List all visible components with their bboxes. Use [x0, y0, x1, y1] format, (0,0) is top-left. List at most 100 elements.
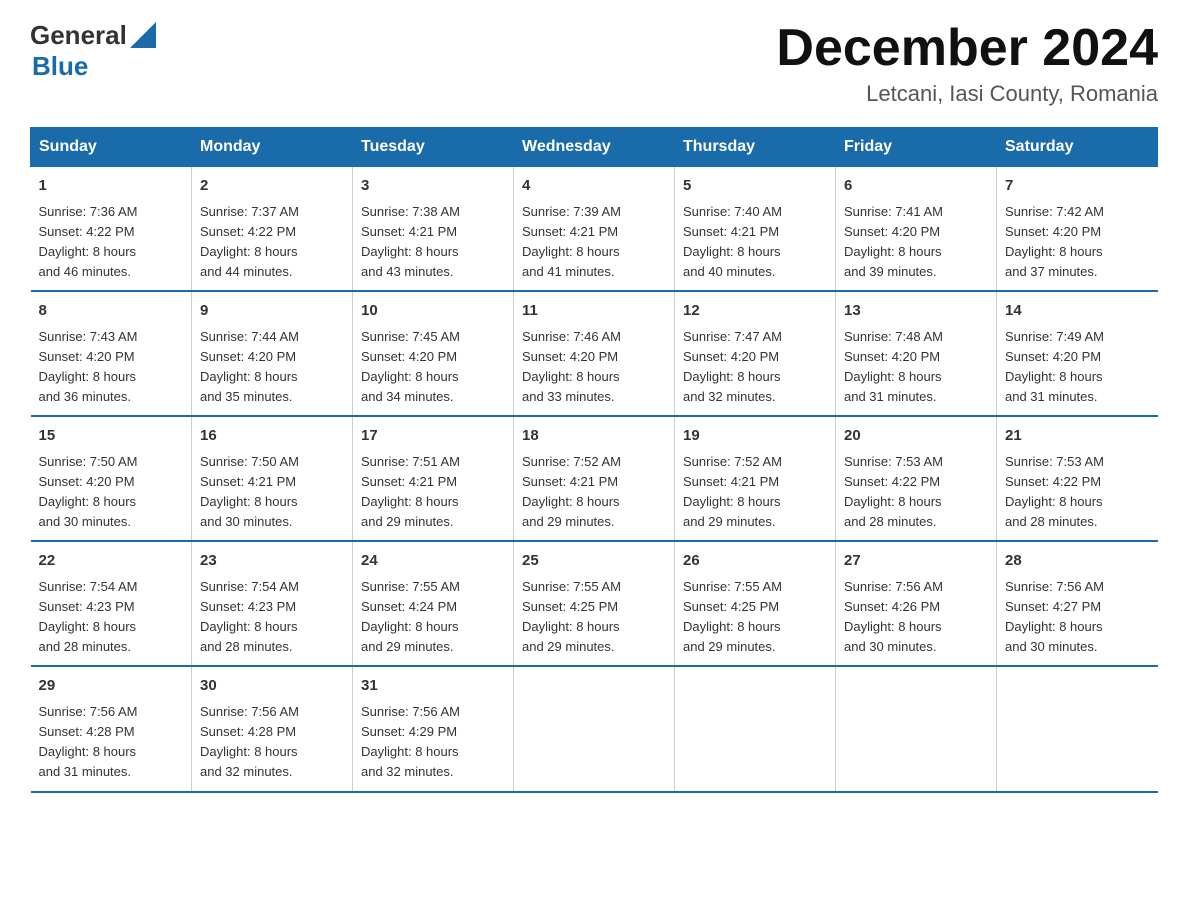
- day-number: 31: [361, 675, 505, 698]
- calendar-week-row: 22 Sunrise: 7:54 AMSunset: 4:23 PMDayligh…: [31, 541, 1158, 666]
- table-row: 12Sunrise: 7:47 AMSunset: 4:20 PMDayligh…: [675, 291, 836, 416]
- day-info: Sunrise: 7:36 AMSunset: 4:22 PMDaylight:…: [39, 202, 184, 283]
- col-friday: Friday: [836, 128, 997, 167]
- table-row: 13 Sunrise: 7:48 AMSunset: 4:20 PMDayligh…: [836, 291, 997, 416]
- day-number: 5: [683, 175, 827, 198]
- day-number: 4: [522, 175, 666, 198]
- day-info: Sunrise: 7:55 AMSunset: 4:25 PMDaylight:…: [683, 577, 827, 658]
- calendar-table: Sunday Monday Tuesday Wednesday Thursday…: [30, 127, 1158, 792]
- day-number: 20: [844, 425, 988, 448]
- day-info: Sunrise: 7:52 AMSunset: 4:21 PMDaylight:…: [683, 452, 827, 533]
- table-row: 20 Sunrise: 7:53 AMSunset: 4:22 PMDayligh…: [836, 416, 997, 541]
- table-row: 21 Sunrise: 7:53 AMSunset: 4:22 PMDayligh…: [997, 416, 1158, 541]
- table-row: 22 Sunrise: 7:54 AMSunset: 4:23 PMDayligh…: [31, 541, 192, 666]
- table-row: [836, 666, 997, 791]
- day-info: Sunrise: 7:40 AMSunset: 4:21 PMDaylight:…: [683, 202, 827, 283]
- table-row: 15 Sunrise: 7:50 AMSunset: 4:20 PMDayligh…: [31, 416, 192, 541]
- calendar-subtitle: Letcani, Iasi County, Romania: [776, 81, 1158, 107]
- table-row: 26Sunrise: 7:55 AMSunset: 4:25 PMDayligh…: [675, 541, 836, 666]
- table-row: 2 Sunrise: 7:37 AMSunset: 4:22 PMDaylight…: [192, 167, 353, 292]
- day-info: Sunrise: 7:47 AMSunset: 4:20 PMDaylight:…: [683, 327, 827, 408]
- day-number: 23: [200, 550, 344, 573]
- table-row: 29Sunrise: 7:56 AMSunset: 4:28 PMDayligh…: [31, 666, 192, 791]
- day-info: Sunrise: 7:50 AMSunset: 4:20 PMDaylight:…: [39, 452, 184, 533]
- table-row: [514, 666, 675, 791]
- table-row: 3 Sunrise: 7:38 AMSunset: 4:21 PMDaylight…: [353, 167, 514, 292]
- day-number: 1: [39, 175, 184, 198]
- day-number: 28: [1005, 550, 1150, 573]
- table-row: 27 Sunrise: 7:56 AMSunset: 4:26 PMDayligh…: [836, 541, 997, 666]
- day-number: 16: [200, 425, 344, 448]
- day-info: Sunrise: 7:54 AMSunset: 4:23 PMDaylight:…: [39, 577, 184, 658]
- col-tuesday: Tuesday: [353, 128, 514, 167]
- logo-general-text: General: [30, 20, 127, 51]
- day-number: 29: [39, 675, 184, 698]
- day-info: Sunrise: 7:51 AMSunset: 4:21 PMDaylight:…: [361, 452, 505, 533]
- day-info: Sunrise: 7:45 AMSunset: 4:20 PMDaylight:…: [361, 327, 505, 408]
- day-info: Sunrise: 7:39 AMSunset: 4:21 PMDaylight:…: [522, 202, 666, 283]
- col-sunday: Sunday: [31, 128, 192, 167]
- day-info: Sunrise: 7:50 AMSunset: 4:21 PMDaylight:…: [200, 452, 344, 533]
- day-info: Sunrise: 7:38 AMSunset: 4:21 PMDaylight:…: [361, 202, 505, 283]
- table-row: [675, 666, 836, 791]
- table-row: 14 Sunrise: 7:49 AMSunset: 4:20 PMDayligh…: [997, 291, 1158, 416]
- day-number: 9: [200, 300, 344, 323]
- day-info: Sunrise: 7:54 AMSunset: 4:23 PMDaylight:…: [200, 577, 344, 658]
- day-info: Sunrise: 7:56 AMSunset: 4:28 PMDaylight:…: [200, 702, 344, 783]
- calendar-week-row: 1 Sunrise: 7:36 AMSunset: 4:22 PMDaylight…: [31, 167, 1158, 292]
- day-number: 21: [1005, 425, 1150, 448]
- day-info: Sunrise: 7:43 AMSunset: 4:20 PMDaylight:…: [39, 327, 184, 408]
- table-row: 6Sunrise: 7:41 AMSunset: 4:20 PMDaylight…: [836, 167, 997, 292]
- table-row: 24 Sunrise: 7:55 AMSunset: 4:24 PMDayligh…: [353, 541, 514, 666]
- day-number: 2: [200, 175, 344, 198]
- calendar-week-row: 8 Sunrise: 7:43 AMSunset: 4:20 PMDaylight…: [31, 291, 1158, 416]
- day-number: 14: [1005, 300, 1150, 323]
- logo: General Blue: [30, 20, 156, 82]
- table-row: 18 Sunrise: 7:52 AMSunset: 4:21 PMDayligh…: [514, 416, 675, 541]
- day-number: 6: [844, 175, 988, 198]
- day-info: Sunrise: 7:53 AMSunset: 4:22 PMDaylight:…: [1005, 452, 1150, 533]
- day-number: 18: [522, 425, 666, 448]
- day-info: Sunrise: 7:48 AMSunset: 4:20 PMDaylight:…: [844, 327, 988, 408]
- table-row: 17Sunrise: 7:51 AMSunset: 4:21 PMDayligh…: [353, 416, 514, 541]
- logo-triangle-icon: [130, 22, 156, 48]
- day-number: 13: [844, 300, 988, 323]
- day-number: 3: [361, 175, 505, 198]
- day-info: Sunrise: 7:56 AMSunset: 4:26 PMDaylight:…: [844, 577, 988, 658]
- col-wednesday: Wednesday: [514, 128, 675, 167]
- day-number: 7: [1005, 175, 1150, 198]
- day-number: 25: [522, 550, 666, 573]
- day-info: Sunrise: 7:52 AMSunset: 4:21 PMDaylight:…: [522, 452, 666, 533]
- table-row: 7Sunrise: 7:42 AMSunset: 4:20 PMDaylight…: [997, 167, 1158, 292]
- day-info: Sunrise: 7:37 AMSunset: 4:22 PMDaylight:…: [200, 202, 344, 283]
- day-info: Sunrise: 7:56 AMSunset: 4:29 PMDaylight:…: [361, 702, 505, 783]
- day-info: Sunrise: 7:55 AMSunset: 4:24 PMDaylight:…: [361, 577, 505, 658]
- page-header: General Blue December 2024 Letcani, Iasi…: [30, 20, 1158, 107]
- day-number: 15: [39, 425, 184, 448]
- day-number: 22: [39, 550, 184, 573]
- calendar-header-row: Sunday Monday Tuesday Wednesday Thursday…: [31, 128, 1158, 167]
- table-row: 10 Sunrise: 7:45 AMSunset: 4:20 PMDayligh…: [353, 291, 514, 416]
- logo-blue-text: Blue: [32, 51, 88, 81]
- day-info: Sunrise: 7:49 AMSunset: 4:20 PMDaylight:…: [1005, 327, 1150, 408]
- day-number: 24: [361, 550, 505, 573]
- day-number: 8: [39, 300, 184, 323]
- table-row: 5 Sunrise: 7:40 AMSunset: 4:21 PMDaylight…: [675, 167, 836, 292]
- table-row: 8 Sunrise: 7:43 AMSunset: 4:20 PMDaylight…: [31, 291, 192, 416]
- day-info: Sunrise: 7:53 AMSunset: 4:22 PMDaylight:…: [844, 452, 988, 533]
- calendar-week-row: 15 Sunrise: 7:50 AMSunset: 4:20 PMDayligh…: [31, 416, 1158, 541]
- day-number: 10: [361, 300, 505, 323]
- table-row: 1 Sunrise: 7:36 AMSunset: 4:22 PMDaylight…: [31, 167, 192, 292]
- table-row: 11Sunrise: 7:46 AMSunset: 4:20 PMDayligh…: [514, 291, 675, 416]
- day-info: Sunrise: 7:44 AMSunset: 4:20 PMDaylight:…: [200, 327, 344, 408]
- table-row: 19Sunrise: 7:52 AMSunset: 4:21 PMDayligh…: [675, 416, 836, 541]
- day-number: 11: [522, 300, 666, 323]
- table-row: 25 Sunrise: 7:55 AMSunset: 4:25 PMDayligh…: [514, 541, 675, 666]
- day-info: Sunrise: 7:55 AMSunset: 4:25 PMDaylight:…: [522, 577, 666, 658]
- day-number: 30: [200, 675, 344, 698]
- table-row: 30 Sunrise: 7:56 AMSunset: 4:28 PMDayligh…: [192, 666, 353, 791]
- day-number: 27: [844, 550, 988, 573]
- table-row: 4 Sunrise: 7:39 AMSunset: 4:21 PMDaylight…: [514, 167, 675, 292]
- table-row: 16 Sunrise: 7:50 AMSunset: 4:21 PMDayligh…: [192, 416, 353, 541]
- col-thursday: Thursday: [675, 128, 836, 167]
